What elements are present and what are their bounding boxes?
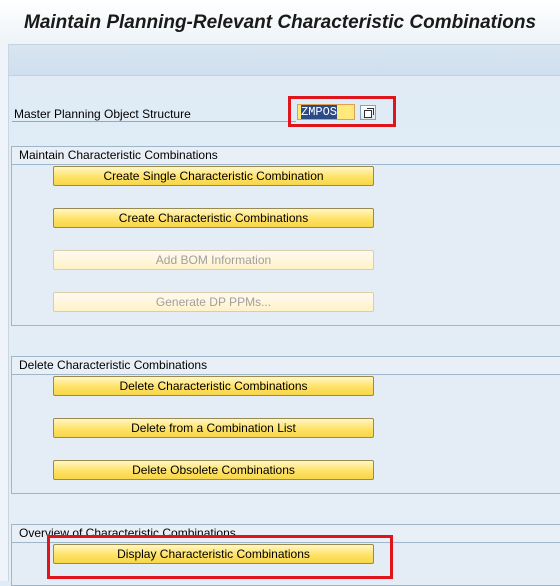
application-toolbar — [9, 44, 560, 76]
delete-combinations-button[interactable]: Delete Characteristic Combinations — [53, 376, 374, 396]
delete-from-list-button[interactable]: Delete from a Combination List — [53, 418, 374, 438]
create-single-combination-button[interactable]: Create Single Characteristic Combination — [53, 166, 374, 186]
label-underline — [12, 121, 296, 122]
title-bar: Maintain Planning-Relevant Characteristi… — [0, 0, 560, 44]
generate-dp-ppms-button[interactable]: Generate DP PPMs... — [53, 292, 374, 312]
delete-obsolete-combinations-button[interactable]: Delete Obsolete Combinations — [53, 460, 374, 480]
mpos-label: Master Planning Object Structure — [14, 107, 191, 121]
delete-group-title: Delete Characteristic Combinations — [12, 357, 560, 375]
field-highlight-box — [288, 96, 396, 127]
display-button-highlight-box — [47, 535, 393, 579]
page-title: Maintain Planning-Relevant Characteristi… — [24, 12, 537, 33]
maintain-group-title: Maintain Characteristic Combinations — [12, 147, 560, 165]
left-edge — [0, 0, 9, 581]
create-combinations-button[interactable]: Create Characteristic Combinations — [53, 208, 374, 228]
add-bom-information-button[interactable]: Add BOM Information — [53, 250, 374, 270]
